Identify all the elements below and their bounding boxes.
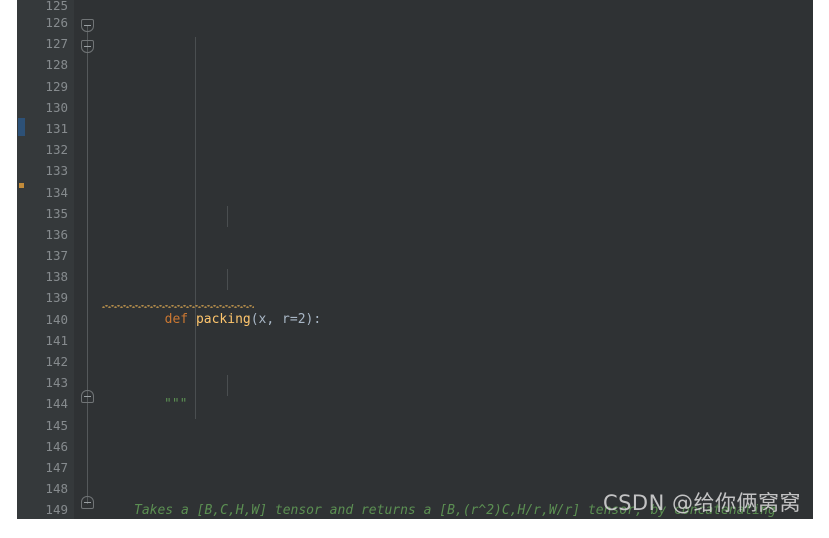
code-line-125[interactable] [102,191,813,203]
code-editor[interactable]: 125 126 127 128 129 130 131 132 133 134 … [17,0,813,519]
line-number: 140 [45,311,68,327]
line-number: 136 [45,226,68,242]
screenshot-root: 125 126 127 128 129 130 131 132 133 134 … [0,0,829,538]
vcs-change-marker[interactable] [18,118,25,136]
function-name-packing: packing [195,311,251,327]
line-number: 143 [45,375,68,391]
fold-close-icon[interactable] [81,390,94,403]
fold-close-icon[interactable] [81,496,94,509]
line-number: 147 [45,459,68,475]
line-number: 137 [45,248,68,264]
line-number: 142 [45,354,68,369]
code-text-area[interactable]: def packing(x, r=2): """ Takes a [B,C,H,… [102,0,813,519]
line-number: 148 [45,481,68,497]
line-number: 139 [45,290,68,306]
line-number: 149 [45,502,68,518]
line-number: 133 [45,163,68,179]
line-number: 129 [45,78,68,94]
inspection-squiggle [102,304,254,308]
fold-open-icon[interactable] [81,19,94,32]
line-number: 132 [45,142,68,158]
line-number: 141 [45,332,68,348]
code-line-127[interactable]: """ [102,394,813,415]
line-number: 144 [45,396,68,412]
fold-region-line [87,26,88,504]
line-number: 127 [45,36,68,52]
line-number: 146 [45,438,68,454]
line-number: 134 [45,184,68,200]
indent-guide [227,206,228,227]
indent-guide [195,37,196,419]
fold-open-icon[interactable] [81,40,94,53]
line-number: 138 [45,269,68,285]
editor-marker-strip[interactable] [17,0,26,519]
line-number: 125 [45,0,68,13]
line-number: 135 [45,205,68,221]
line-number: 128 [45,57,68,73]
line-number: 131 [45,120,68,136]
keyword-def: def [164,311,189,327]
csdn-watermark: CSDN @给你俩窝窝 [602,491,801,515]
warning-marker[interactable] [19,183,24,188]
docstring-open-quote: """ [164,396,188,412]
line-number: 126 [45,15,68,30]
function-signature: (x, r=2): [250,311,322,327]
code-line-126[interactable]: def packing(x, r=2): [102,288,813,327]
line-number: 130 [45,99,68,115]
code-folding-column[interactable] [74,0,102,519]
line-number: 145 [45,417,68,433]
line-number-gutter[interactable]: 125 126 127 128 129 130 131 132 133 134 … [26,0,74,519]
